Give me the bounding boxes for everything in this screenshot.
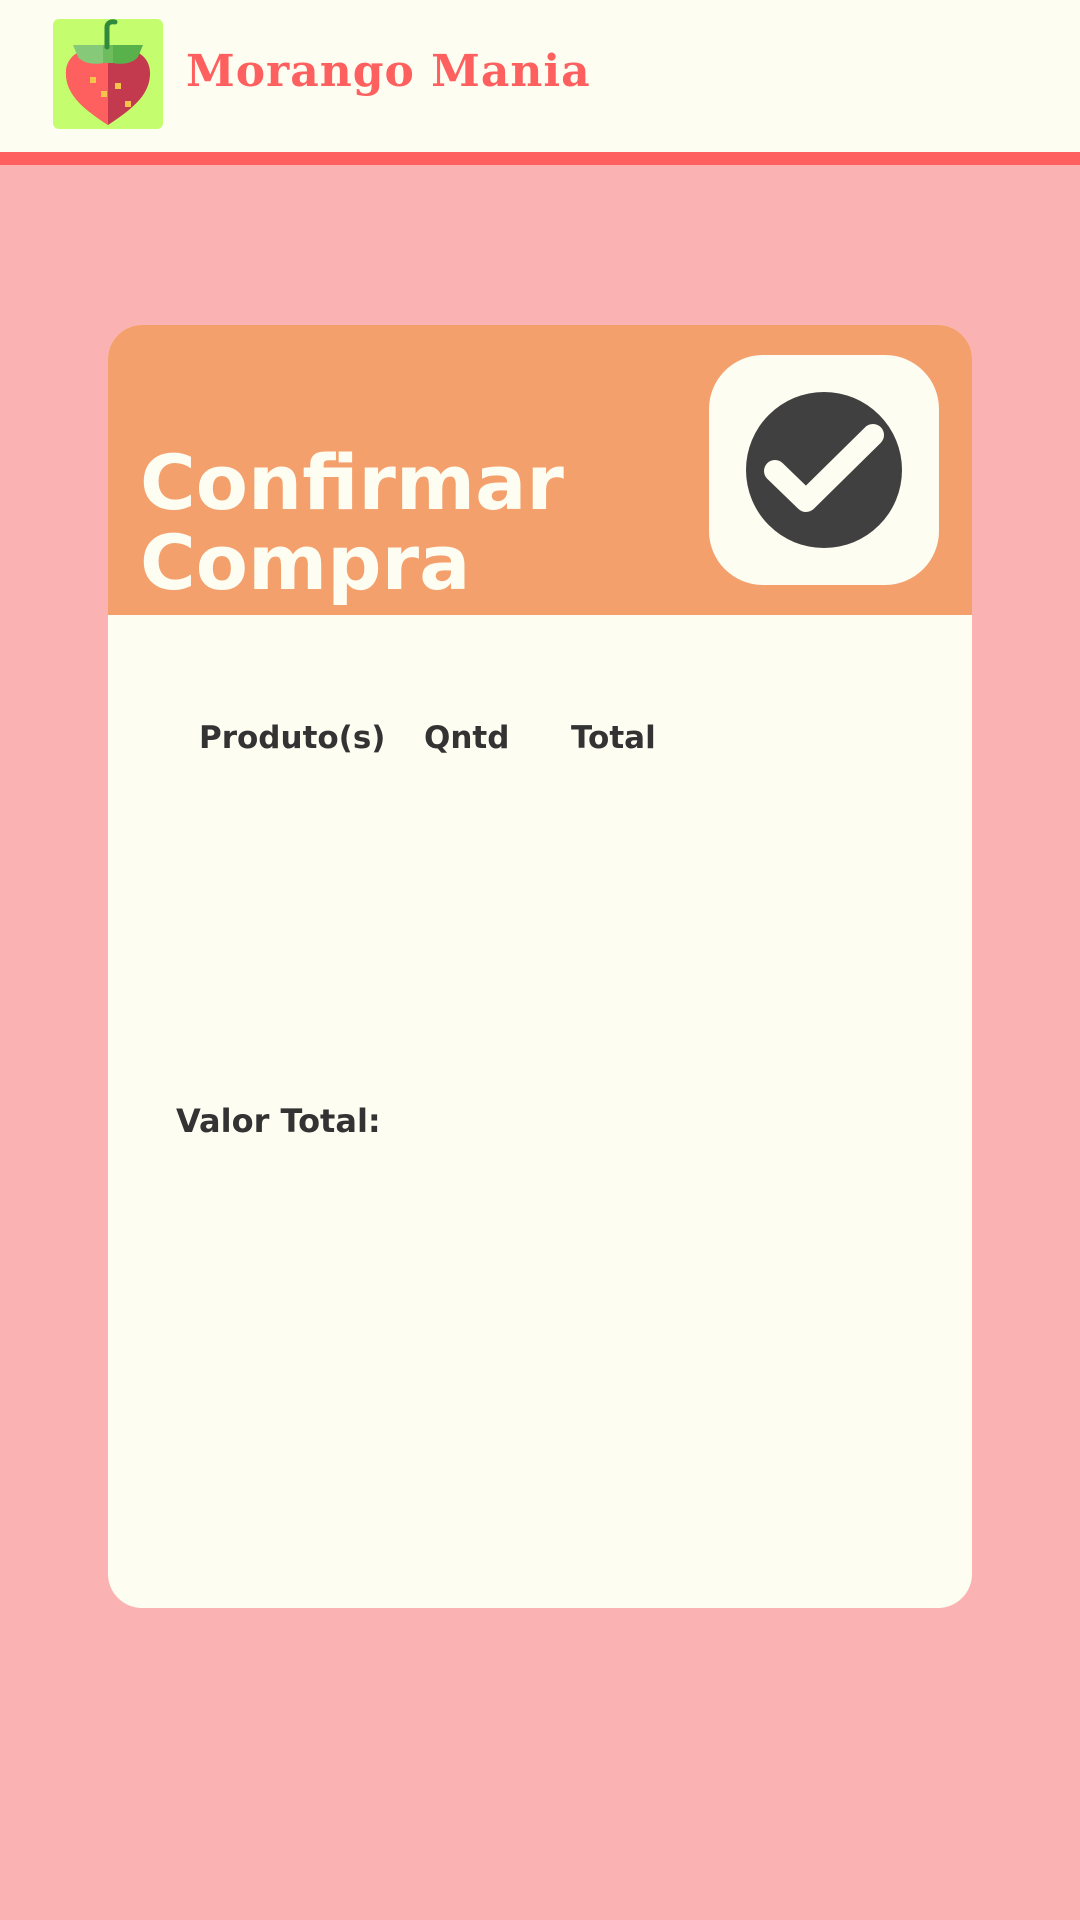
card-header: Confirmar Compra	[108, 325, 972, 615]
total-value-label: Valor Total:	[176, 1102, 381, 1140]
column-header-quantity: Qntd	[424, 720, 510, 756]
strawberry-icon	[65, 19, 151, 125]
logo[interactable]	[53, 19, 163, 129]
check-circle-icon	[746, 392, 902, 548]
brand-title: Morango Mania	[186, 46, 591, 97]
page-title: Confirmar Compra	[140, 438, 564, 607]
top-bar: Morango Mania	[0, 0, 1080, 165]
confirm-purchase-card: Confirmar Compra Produto(s) Qntd Total V…	[108, 325, 972, 1608]
column-header-products: Produto(s)	[199, 720, 386, 756]
column-header-total: Total	[571, 720, 656, 756]
confirm-button[interactable]	[709, 355, 939, 585]
